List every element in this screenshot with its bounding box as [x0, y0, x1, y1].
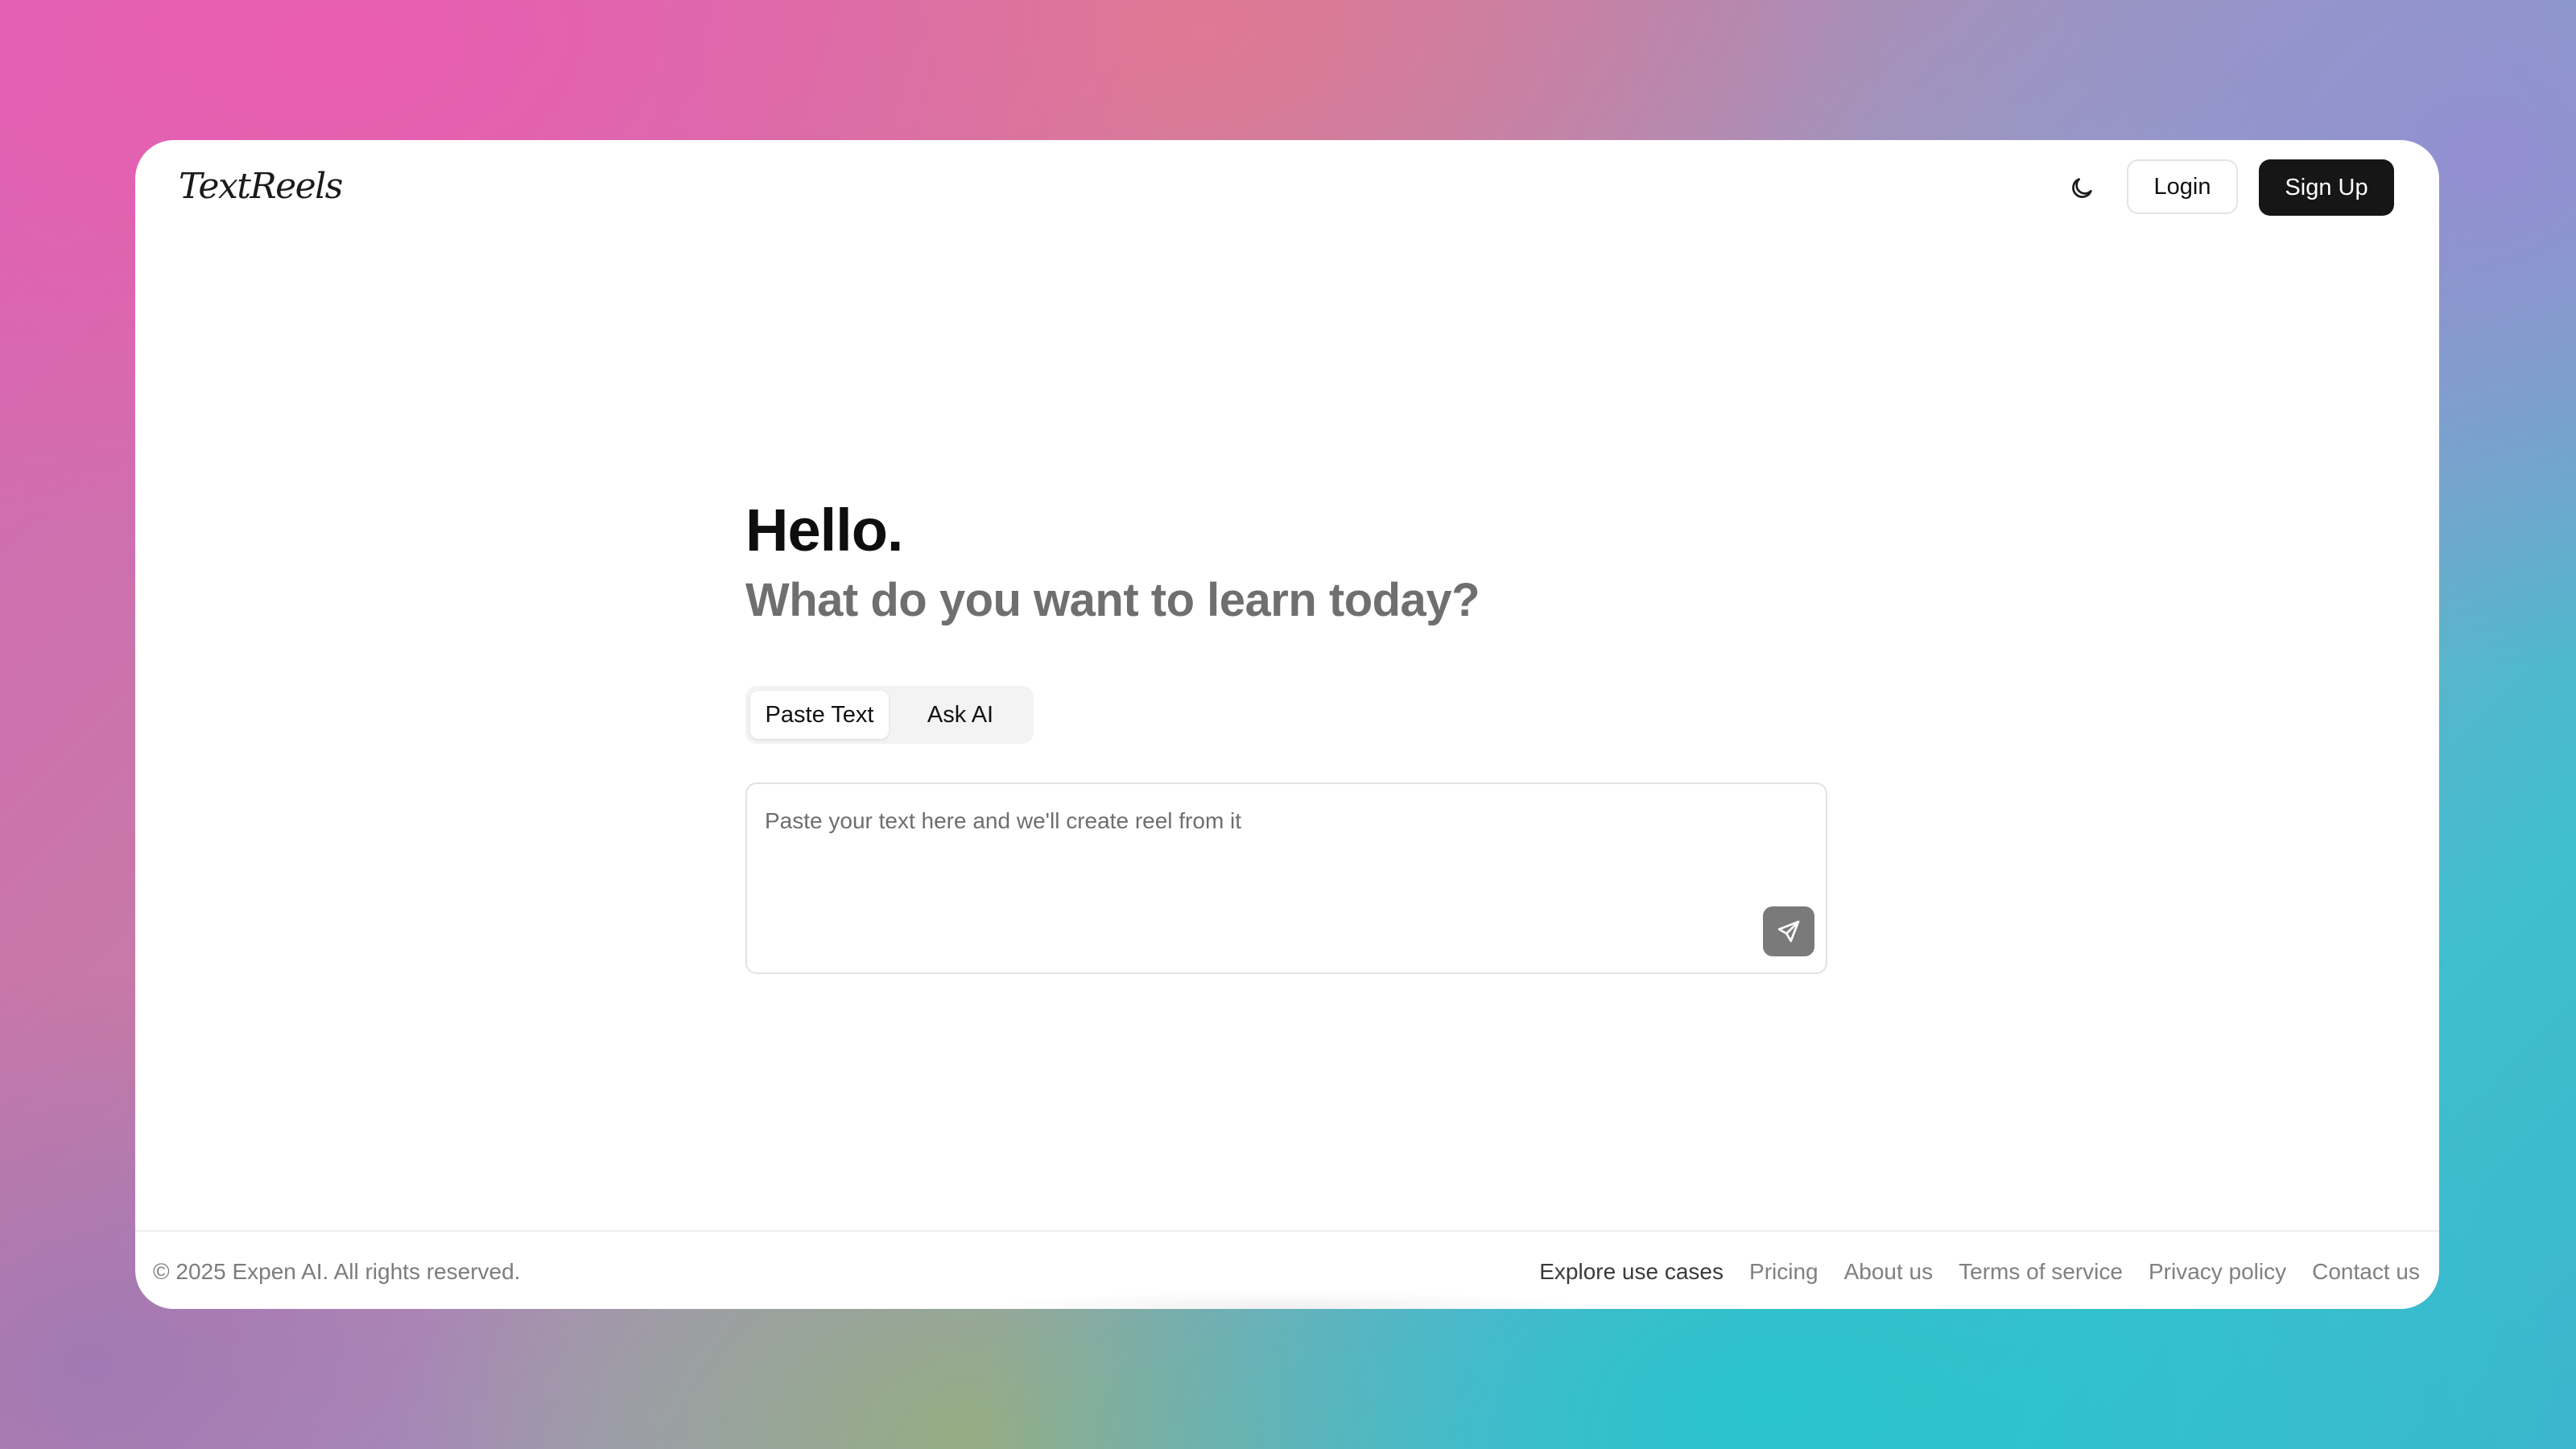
- logo[interactable]: TextReels: [179, 166, 343, 207]
- input-mode-tabs: Paste Text Ask AI: [745, 686, 1034, 744]
- copyright-text: © 2025 Expen AI. All rights reserved.: [153, 1259, 521, 1284]
- footer-link-terms-of-service[interactable]: Terms of service: [1959, 1259, 2123, 1285]
- footer: © 2025 Expen AI. All rights reserved. Ex…: [135, 1230, 2439, 1309]
- footer-link-pricing[interactable]: Pricing: [1749, 1259, 1818, 1285]
- text-input-box: [745, 782, 1827, 974]
- signup-button[interactable]: Sign Up: [2259, 159, 2394, 216]
- header: TextReels Login Sign Up: [135, 140, 2439, 235]
- moon-icon: [2072, 178, 2092, 198]
- footer-link-privacy-policy[interactable]: Privacy policy: [2149, 1259, 2286, 1285]
- text-input[interactable]: [765, 808, 1731, 929]
- send-icon: [1777, 920, 1800, 943]
- footer-links: Explore use cases Pricing About us Terms…: [1539, 1259, 2420, 1285]
- hero-title: Hello.: [745, 497, 903, 564]
- theme-toggle-button[interactable]: [2058, 164, 2106, 213]
- login-button[interactable]: Login: [2127, 159, 2238, 214]
- send-button[interactable]: [1763, 906, 1814, 956]
- footer-link-about-us[interactable]: About us: [1844, 1259, 1934, 1285]
- tab-ask-ai[interactable]: Ask AI: [892, 691, 1029, 739]
- tab-paste-text[interactable]: Paste Text: [750, 691, 889, 739]
- footer-link-explore-use-cases[interactable]: Explore use cases: [1539, 1259, 1724, 1285]
- main-card: TextReels Login Sign Up Hello. What do y…: [135, 140, 2439, 1309]
- footer-link-contact-us[interactable]: Contact us: [2312, 1259, 2420, 1285]
- hero-subtitle: What do you want to learn today?: [745, 574, 1480, 626]
